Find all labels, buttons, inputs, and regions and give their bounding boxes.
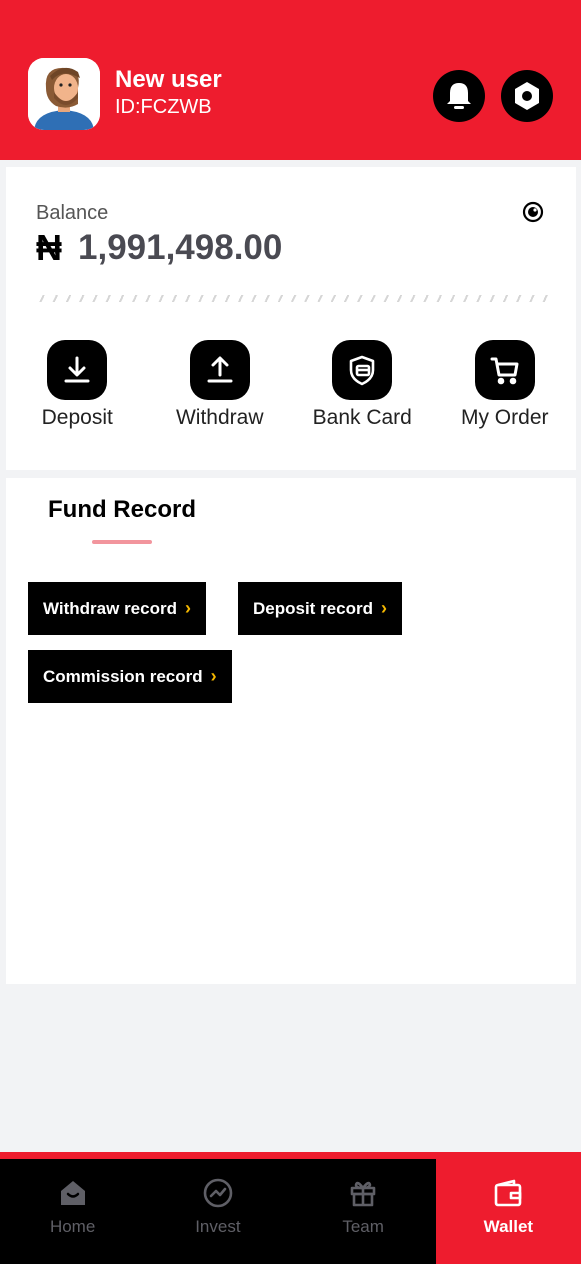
button-label: Withdraw record (43, 598, 177, 618)
upload-icon (189, 340, 250, 400)
balance-amount: 1,991,498.00 (78, 228, 283, 267)
toggle-visibility-button[interactable] (522, 201, 544, 223)
tab-home[interactable]: Home (0, 1159, 145, 1264)
notification-button[interactable] (433, 70, 485, 122)
download-icon (47, 340, 108, 400)
tab-indicator (92, 540, 152, 544)
divider (36, 295, 548, 302)
button-label: Commission record (43, 666, 203, 686)
bank-card-button[interactable]: Bank Card (291, 340, 434, 430)
withdraw-button[interactable]: Withdraw (149, 340, 292, 430)
chevron-right-icon: › (184, 598, 191, 618)
chevron-right-icon: › (380, 598, 387, 618)
chart-icon (203, 1178, 233, 1208)
currency-symbol: ₦ (36, 227, 62, 268)
gift-icon (350, 1181, 376, 1207)
action-label: My Order (460, 406, 549, 429)
header: New user ID:FCZWB (0, 0, 581, 160)
fund-record-card: Fund Record Withdraw record › Deposit re… (6, 478, 576, 984)
chevron-right-icon: › (210, 666, 217, 686)
balance-row: ₦ 1,991,498.00 (36, 227, 282, 269)
tab-label: Home (49, 1217, 96, 1236)
commission-record-button[interactable]: Commission record › (28, 650, 232, 703)
cart-icon (474, 340, 535, 400)
bottom-tab-bar: Home Invest Team Wallet (0, 1152, 581, 1264)
tab-team[interactable]: Team (291, 1159, 436, 1264)
quick-actions: Deposit Withdraw Bank Card My Order (6, 340, 576, 430)
avatar[interactable] (28, 58, 100, 130)
withdraw-record-button[interactable]: Withdraw record › (28, 582, 206, 635)
settings-button[interactable] (501, 70, 553, 122)
tab-label: Invest (195, 1217, 241, 1236)
eye-icon (522, 201, 544, 223)
action-label: Withdraw (175, 406, 264, 429)
tab-label: Team (342, 1217, 384, 1236)
home-icon (60, 1181, 85, 1205)
balance-label: Balance (36, 202, 109, 224)
deposit-button[interactable]: Deposit (6, 340, 149, 430)
settings-hex-icon (515, 82, 539, 110)
balance-card: Balance ₦ 1,991,498.00 Deposit Withdraw … (6, 167, 576, 470)
action-label: Deposit (41, 406, 113, 429)
tab-label: Wallet (483, 1217, 534, 1236)
deposit-record-button[interactable]: Deposit record › (238, 582, 402, 635)
tab-wallet[interactable]: Wallet (435, 1152, 581, 1264)
fund-record-title: Fund Record (48, 496, 196, 523)
card-shield-icon (332, 340, 393, 400)
tab-invest[interactable]: Invest (145, 1159, 290, 1264)
button-label: Deposit record (253, 598, 373, 618)
bell-icon (447, 83, 471, 109)
user-name: New user (115, 66, 222, 93)
my-order-button[interactable]: My Order (434, 340, 577, 430)
user-id: ID:FCZWB (115, 96, 212, 118)
action-label: Bank Card (312, 406, 412, 429)
wallet-icon (495, 1179, 522, 1207)
